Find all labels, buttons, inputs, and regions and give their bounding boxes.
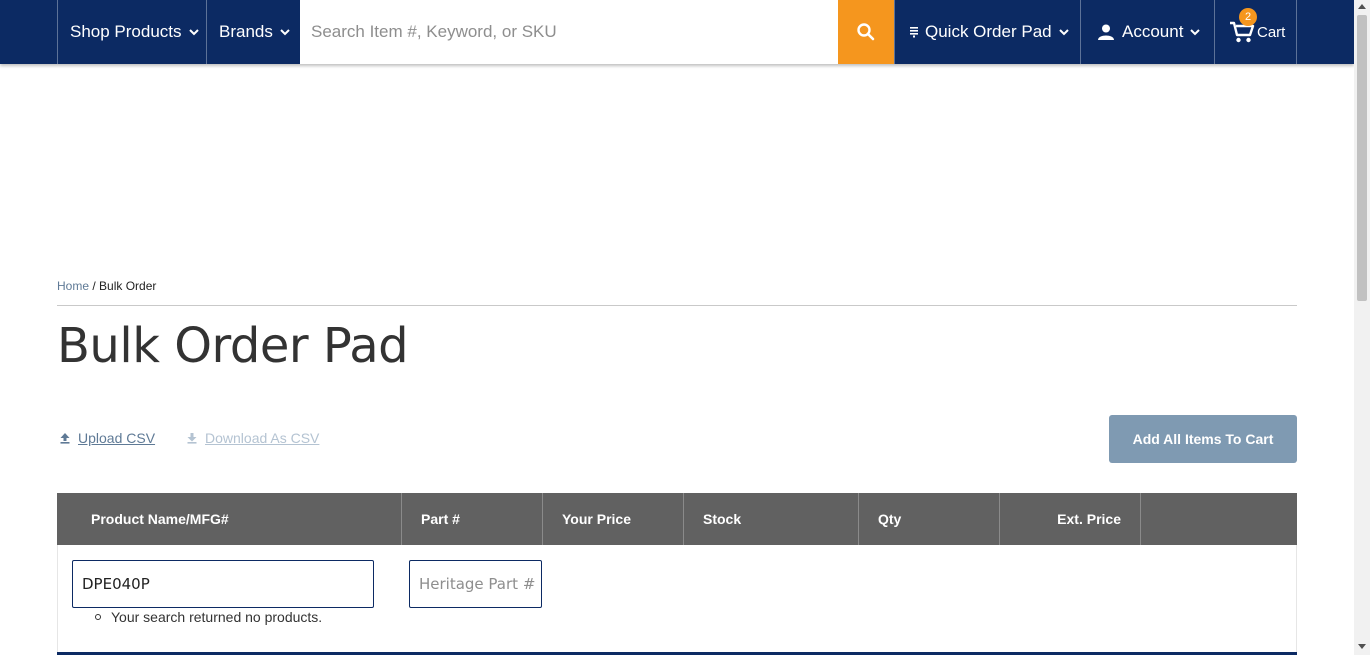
breadcrumb: Home / Bulk Order [57,279,156,293]
column-header-your-price: Your Price [543,493,684,545]
brands-menu[interactable]: Brands [206,0,300,64]
download-csv-link[interactable]: Download As CSV [186,430,319,446]
search-button[interactable] [838,0,894,64]
account-menu[interactable]: Account [1080,0,1215,64]
brands-label: Brands [219,22,273,41]
breadcrumb-divider [57,305,1297,306]
breadcrumb-home-link[interactable]: Home [57,279,89,293]
search-icon [857,23,875,41]
add-all-to-cart-button[interactable]: Add All Items To Cart [1109,415,1297,463]
search-input[interactable] [300,0,838,64]
chevron-down-icon [1190,29,1201,36]
download-icon [187,433,197,444]
scroll-up-arrow-icon[interactable] [1358,4,1366,9]
cart-count-badge: 2 [1239,8,1257,26]
download-csv-label: Download As CSV [205,430,320,446]
cart-icon-wrapper: 2 [1229,8,1257,44]
table-header: Product Name/MFG# Part # Your Price Stoc… [57,493,1297,545]
top-navigation: Shop Products Brands Quick Order Pad Acc… [0,0,1354,64]
shop-products-menu[interactable]: Shop Products [57,0,207,64]
product-mfg-input[interactable] [72,560,374,608]
account-label: Account [1122,22,1184,41]
scrollbar-thumb[interactable] [1357,15,1367,301]
upload-csv-label: Upload CSV [78,430,156,446]
chevron-down-icon [1058,29,1069,36]
no-results-text: Your search returned no products. [111,609,323,625]
cart-label: Cart [1257,23,1286,41]
quick-order-pad-label: Quick Order Pad [925,22,1052,41]
bullet-icon [95,614,101,620]
chevron-down-icon [280,29,290,36]
cart-link[interactable]: 2 Cart [1214,0,1297,64]
upload-icon [60,433,70,444]
breadcrumb-current: Bulk Order [99,279,157,293]
page-title: Bulk Order Pad [57,318,409,374]
column-header-qty: Qty [859,493,1000,545]
list-icon [910,27,918,38]
user-icon [1098,24,1114,40]
upload-csv-link[interactable]: Upload CSV [59,430,155,446]
scroll-down-arrow-icon[interactable] [1358,644,1366,649]
page-scrollbar[interactable] [1354,0,1370,655]
part-number-input[interactable] [409,560,542,608]
shop-products-label: Shop Products [70,22,182,41]
column-header-stock: Stock [684,493,859,545]
quick-order-pad-menu[interactable]: Quick Order Pad [894,0,1081,64]
chevron-down-icon [188,29,199,36]
column-header-ext-price: Ext. Price [1000,493,1141,545]
column-header-product-name: Product Name/MFG# [57,493,402,545]
column-header-part: Part # [402,493,543,545]
bulk-order-page: Shop Products Brands Quick Order Pad Acc… [0,0,1370,655]
breadcrumb-separator: / [92,279,96,293]
no-results-message: Your search returned no products. [95,609,322,625]
